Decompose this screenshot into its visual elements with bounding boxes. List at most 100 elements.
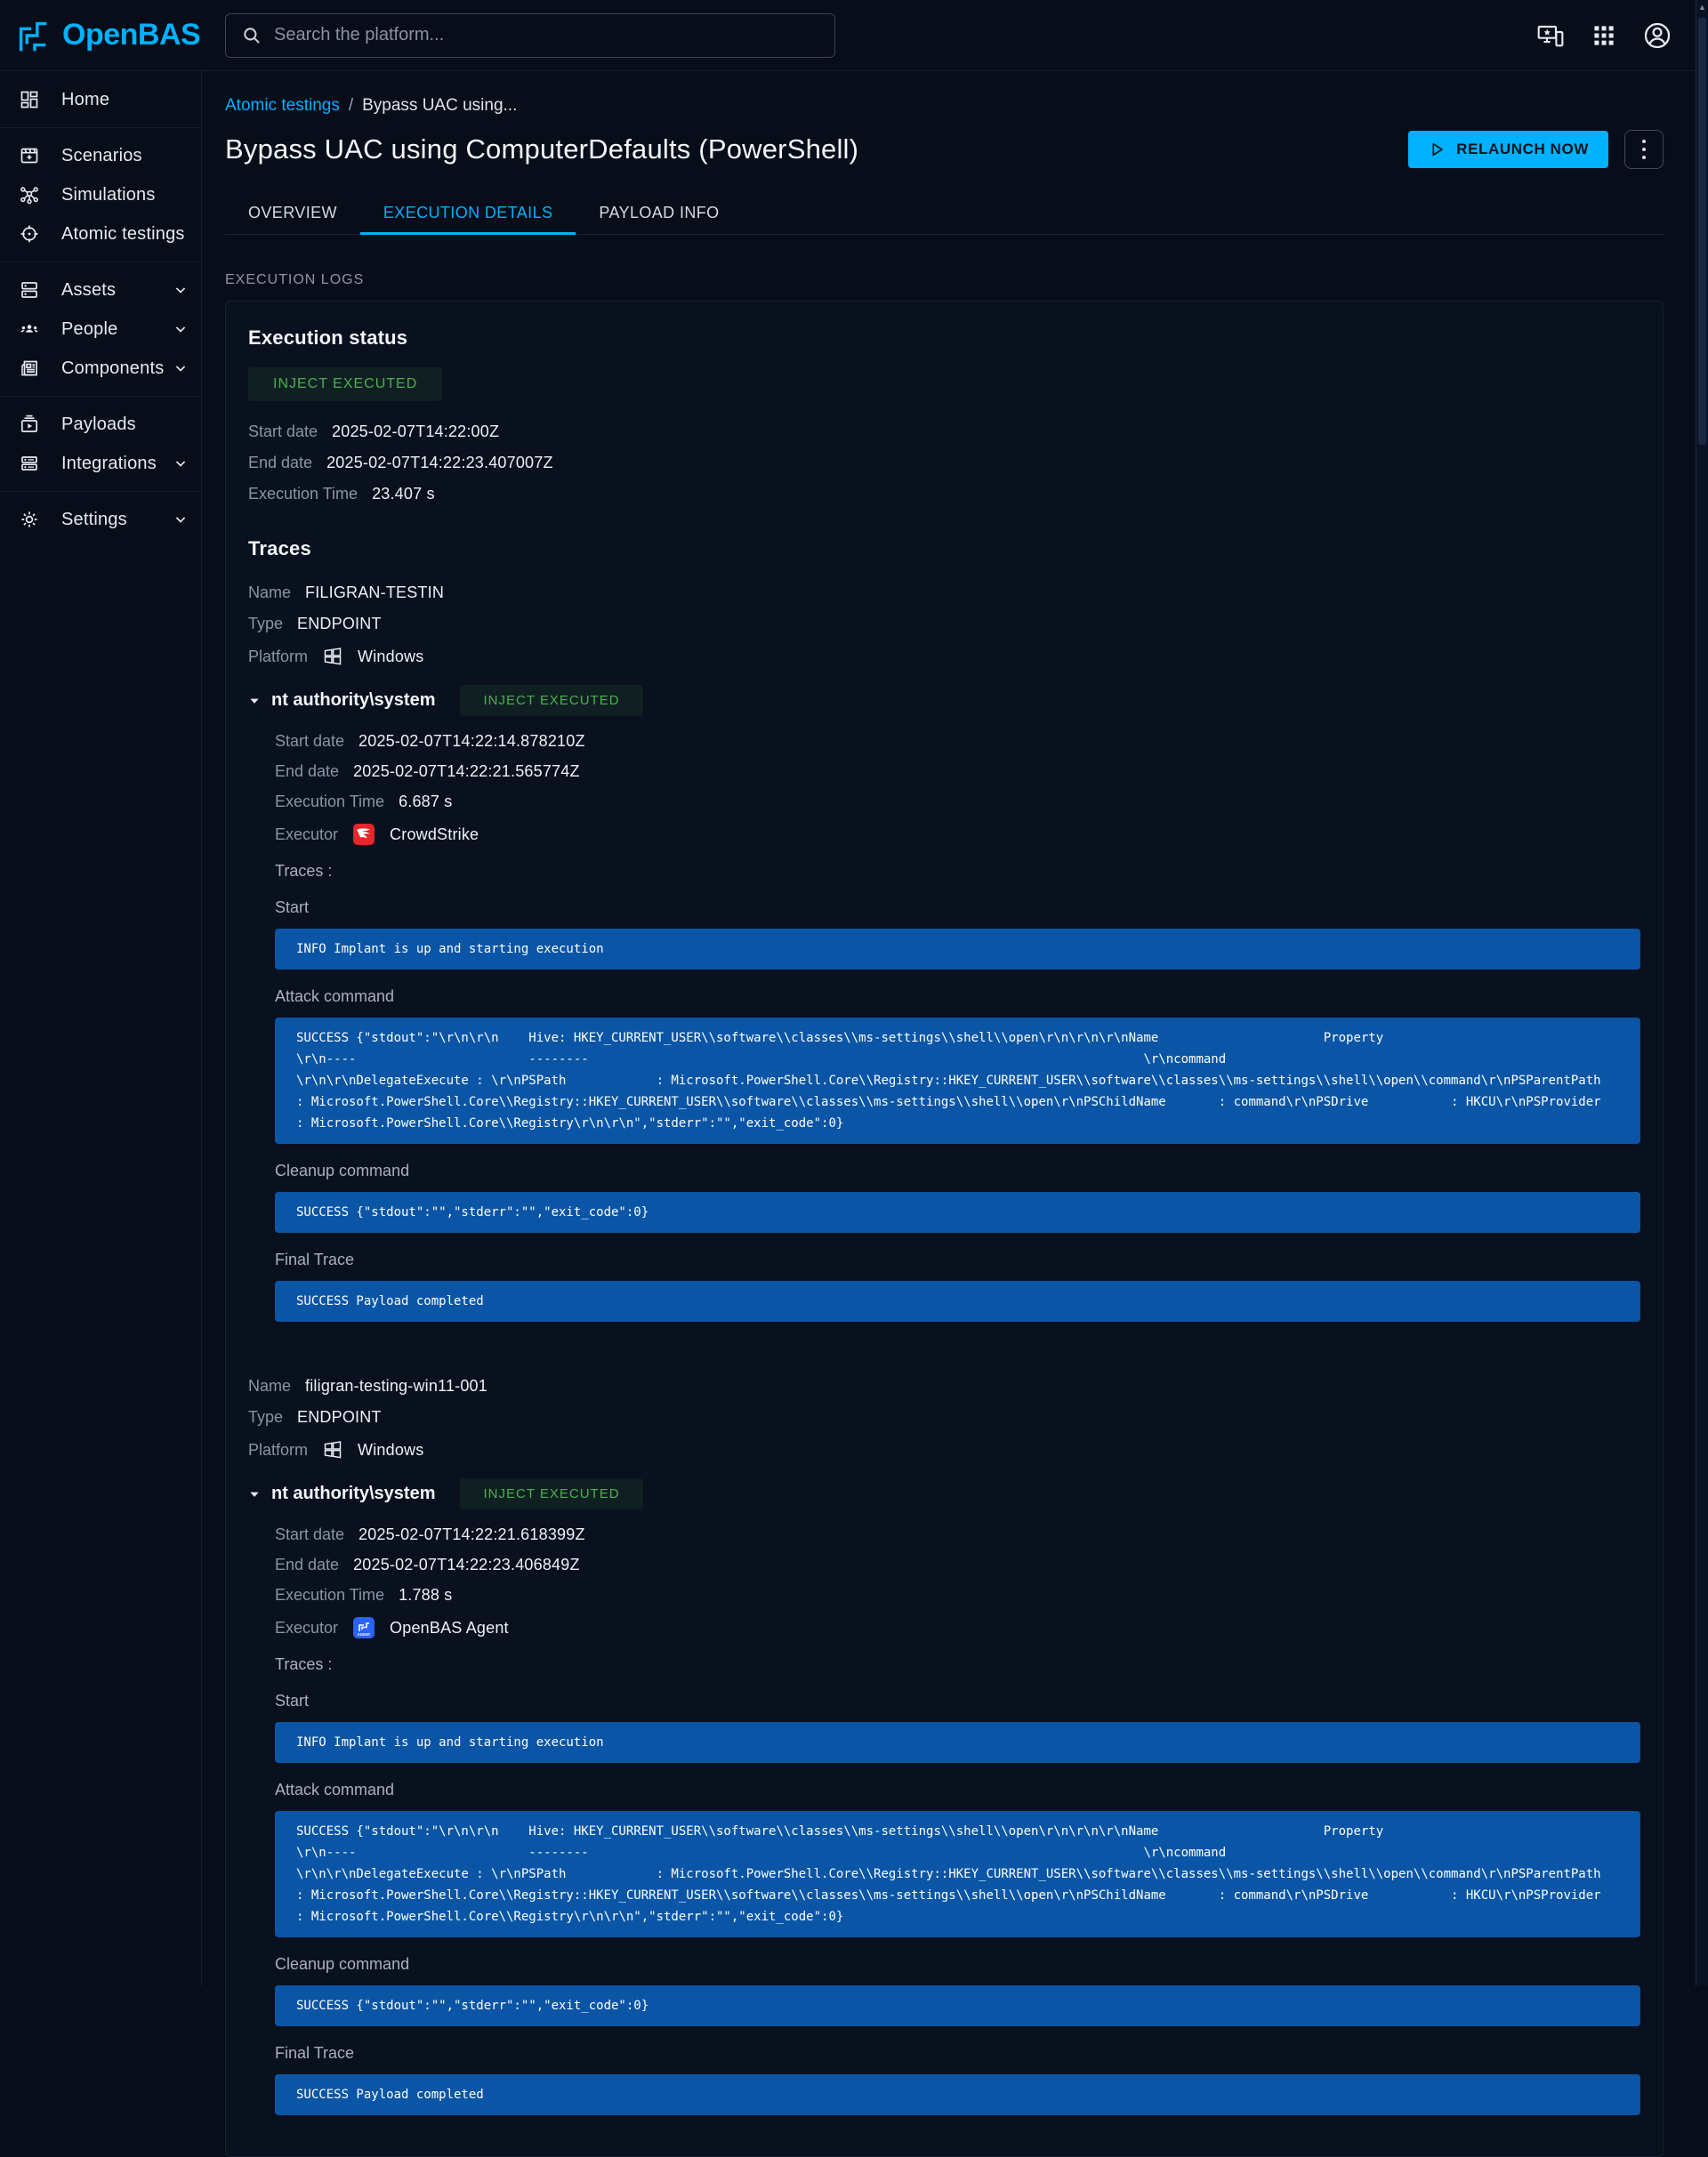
- log-box-cleanup-command: SUCCESS {"stdout":"","stderr":"","exit_c…: [275, 1985, 1640, 2026]
- endpoint-platform-row: Platform Windows: [248, 1439, 1640, 1461]
- tab-overview[interactable]: OVERVIEW: [225, 192, 360, 234]
- target-icon: [19, 223, 40, 245]
- scrollbar-thumb[interactable]: [1698, 18, 1706, 445]
- status-badge: INJECT EXECUTED: [248, 367, 442, 401]
- agent-user: nt authority\system: [271, 1484, 435, 1504]
- subscriptions-icon: [19, 414, 40, 435]
- breadcrumb-separator: /: [349, 96, 353, 116]
- traces-heading: Traces: [248, 537, 1640, 560]
- platform-search[interactable]: [225, 13, 835, 58]
- brand-name: OpenBAS: [62, 18, 200, 52]
- relaunch-now-label: RELAUNCH NOW: [1456, 141, 1589, 158]
- agent-status-badge: INJECT EXECUTED: [460, 685, 642, 716]
- sidebar-item-label: Settings: [61, 510, 127, 530]
- movie-filter-icon: [19, 145, 40, 166]
- executor-row: Executor CrowdStrike: [275, 823, 1640, 846]
- scroll-up-icon[interactable]: ▲: [1696, 4, 1708, 12]
- main-content: Atomic testings / Bypass UAC using... By…: [202, 71, 1708, 1986]
- sidebar-item-simulations[interactable]: Simulations: [0, 175, 201, 214]
- endpoint-type-row: Type ENDPOINT: [248, 1408, 1640, 1427]
- page-header: Bypass UAC using ComputerDefaults (Power…: [225, 130, 1664, 169]
- chevron-down-icon: [172, 281, 189, 299]
- tabs: OVERVIEW EXECUTION DETAILS PAYLOAD INFO: [225, 192, 1664, 235]
- log-section-label: Final Trace: [275, 2044, 1640, 2063]
- sidebar-divider: [0, 396, 201, 397]
- log-section-label: Attack command: [275, 1781, 1640, 1799]
- sidebar-item-atomic-testings[interactable]: Atomic testings: [0, 214, 201, 254]
- sidebar-item-home[interactable]: Home: [0, 80, 201, 119]
- log-box-attack-command: SUCCESS {"stdout":"\r\n\r\n Hive: HKEY_C…: [275, 1018, 1640, 1144]
- endpoint-type-row: Type ENDPOINT: [248, 615, 1640, 633]
- execution-status-rows: Start date 2025-02-07T14:22:00Z End date…: [248, 423, 1640, 503]
- agent-collapse-toggle[interactable]: nt authority\system INJECT EXECUTED: [248, 685, 1640, 716]
- tab-payload-info[interactable]: PAYLOAD INFO: [576, 192, 742, 234]
- execution-logs-label: EXECUTION LOGS: [225, 272, 1664, 288]
- vertical-scrollbar[interactable]: ▲: [1696, 0, 1708, 1986]
- agent-user: nt authority\system: [271, 690, 435, 711]
- crowdstrike-icon: [352, 823, 375, 846]
- sidebar-item-label: People: [61, 319, 117, 340]
- page-actions: RELAUNCH NOW: [1408, 130, 1664, 169]
- breadcrumb: Atomic testings / Bypass UAC using...: [225, 96, 1664, 116]
- execution-time-row: Execution Time 6.687 s: [275, 793, 1640, 811]
- log-section-label: Start: [275, 898, 1640, 917]
- sidebar-item-people[interactable]: People: [0, 310, 201, 349]
- start-date-row: Start date 2025-02-07T14:22:00Z: [248, 423, 1640, 441]
- account-icon[interactable]: [1642, 20, 1672, 51]
- sidebar-item-components[interactable]: Components: [0, 349, 201, 388]
- important-devices-icon[interactable]: [1535, 20, 1566, 51]
- chevron-down-icon: [172, 455, 189, 472]
- more-options-button[interactable]: [1624, 130, 1664, 169]
- sidebar-item-payloads[interactable]: Payloads: [0, 405, 201, 444]
- play-icon: [1428, 141, 1446, 158]
- svg-text:AGENT: AGENT: [358, 1632, 371, 1637]
- sidebar-item-label: Atomic testings: [61, 224, 185, 245]
- execution-time-row: Execution Time 23.407 s: [248, 485, 1640, 503]
- apps-grid-icon[interactable]: [1589, 20, 1619, 51]
- search-input[interactable]: [274, 25, 820, 45]
- agent-collapse-toggle[interactable]: nt authority\system INJECT EXECUTED: [248, 1478, 1640, 1509]
- execution-time-row: Execution Time 1.788 s: [275, 1586, 1640, 1605]
- chevron-down-icon: [172, 320, 189, 338]
- dns-icon: [19, 279, 40, 301]
- log-box-start: INFO Implant is up and starting executio…: [275, 1722, 1640, 1763]
- executor-row: Executor AGENT OpenBAS Agent: [275, 1616, 1640, 1639]
- sidebar: Home Scenarios Simulations: [0, 71, 202, 1986]
- relaunch-now-button[interactable]: RELAUNCH NOW: [1408, 131, 1608, 168]
- start-date-row: Start date 2025-02-07T14:22:21.618399Z: [275, 1525, 1640, 1544]
- sidebar-item-assets[interactable]: Assets: [0, 270, 201, 310]
- log-box-cleanup-command: SUCCESS {"stdout":"","stderr":"","exit_c…: [275, 1192, 1640, 1233]
- sidebar-item-label: Home: [61, 90, 109, 110]
- sidebar-item-integrations[interactable]: Integrations: [0, 444, 201, 483]
- topbar-actions: [1535, 20, 1708, 51]
- log-box-final-trace: SUCCESS Payload completed: [275, 1281, 1640, 1322]
- sidebar-item-label: Assets: [61, 280, 116, 301]
- trace-endpoint: Name FILIGRAN-TESTIN Type ENDPOINT Platf…: [248, 584, 1640, 1322]
- search-icon: [240, 24, 263, 47]
- sidebar-divider: [0, 127, 201, 128]
- breadcrumb-atomic-testings-link[interactable]: Atomic testings: [225, 96, 340, 116]
- sidebar-item-label: Scenarios: [61, 146, 142, 166]
- tab-execution-details[interactable]: EXECUTION DETAILS: [360, 192, 576, 234]
- brand[interactable]: OpenBAS: [0, 15, 202, 56]
- sidebar-divider: [0, 491, 201, 492]
- execution-status-heading: Execution status: [248, 326, 1640, 350]
- openbas-logo-icon: [12, 15, 53, 56]
- agent-details: Start date 2025-02-07T14:22:14.878210Z E…: [275, 732, 1640, 1322]
- sidebar-item-label: Integrations: [61, 454, 157, 474]
- trace-endpoint: Name filigran-testing-win11-001 Type END…: [248, 1377, 1640, 2115]
- log-box-attack-command: SUCCESS {"stdout":"\r\n\r\n Hive: HKEY_C…: [275, 1811, 1640, 1937]
- traces-label: Traces :: [275, 862, 1640, 881]
- log-section-label: Final Trace: [275, 1251, 1640, 1269]
- log-section-label: Cleanup command: [275, 1955, 1640, 1974]
- sidebar-item-settings[interactable]: Settings: [0, 500, 201, 539]
- sidebar-item-label: Payloads: [61, 414, 136, 435]
- topbar: OpenBAS: [0, 0, 1708, 71]
- end-date-row: End date 2025-02-07T14:22:23.406849Z: [275, 1556, 1640, 1574]
- chevron-down-icon: [172, 511, 189, 528]
- log-box-final-trace: SUCCESS Payload completed: [275, 2074, 1640, 2115]
- sidebar-item-scenarios[interactable]: Scenarios: [0, 136, 201, 175]
- endpoint-name-row: Name FILIGRAN-TESTIN: [248, 584, 1640, 602]
- newspaper-icon: [19, 358, 40, 379]
- log-section-label: Start: [275, 1692, 1640, 1710]
